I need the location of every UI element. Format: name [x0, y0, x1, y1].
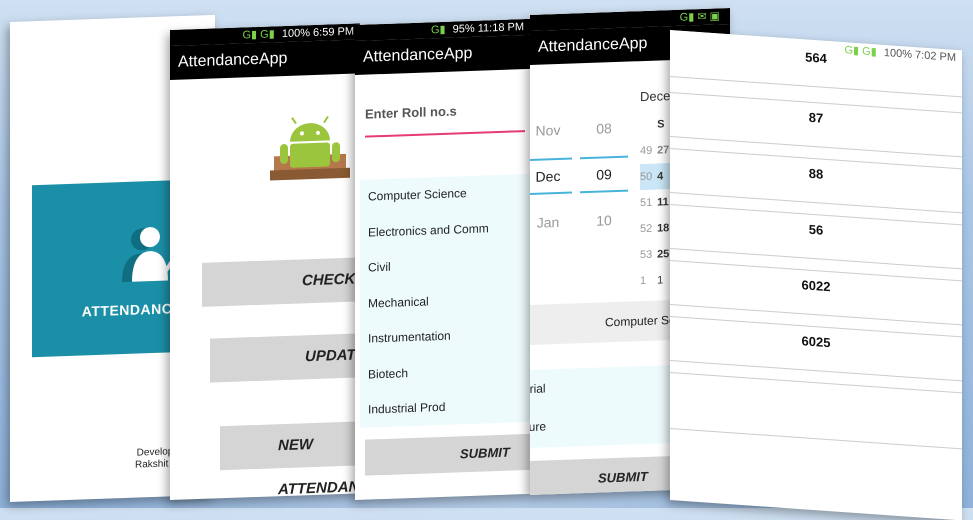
month-picker[interactable]: Nov Dec Jan — [530, 122, 572, 232]
week-number: 52 — [640, 222, 653, 236]
app-title: AttendanceApp — [170, 39, 360, 80]
status-text: 100% 6:59 PM — [281, 25, 354, 41]
calendar-day[interactable]: 1 — [657, 267, 669, 293]
day-next[interactable]: 10 — [580, 212, 628, 230]
department-item[interactable]: Computer Science — [360, 174, 530, 215]
week-number: 53 — [640, 248, 653, 262]
month-prev[interactable]: Nov — [530, 122, 572, 140]
department-item[interactable]: Instrumentation — [360, 316, 530, 357]
day-prev[interactable]: 08 — [580, 120, 628, 138]
week-number: 50 — [640, 170, 653, 184]
month-selected[interactable]: Dec — [530, 157, 572, 196]
calendar-day[interactable]: 27 — [657, 137, 669, 163]
roll-entry-screen: G▮ 95% 11:18 PM AttendanceApp Enter Roll… — [355, 18, 530, 501]
department-list: Computer Science Electronics and Comm Ci… — [360, 173, 530, 428]
signal-icon: G▮ G▮ — [242, 28, 275, 42]
department-item[interactable]: Civil — [360, 245, 530, 286]
submit-button[interactable]: SUBMIT — [365, 433, 530, 476]
department-item[interactable]: Mechanical — [360, 280, 530, 321]
week-number: 1 — [640, 274, 647, 288]
day-picker[interactable]: 08 09 10 — [580, 120, 628, 230]
roll-list-screen: G▮ G▮ 100% 7:02 PM 564 87 88 56 6022 602… — [670, 30, 962, 520]
department-item[interactable]: Biotech — [360, 351, 530, 392]
week-number: 51 — [640, 196, 653, 210]
day-selected[interactable]: 09 — [580, 155, 628, 194]
signal-icon: G▮ ✉ ▣ — [679, 10, 720, 24]
calendar-day[interactable]: 4 — [657, 163, 669, 189]
calendar-day[interactable]: 11 — [657, 189, 669, 215]
menu-screen: G▮ G▮ 100% 6:59 PM AttendanceApp CHECK U… — [170, 23, 360, 501]
department-item[interactable]: Industrial Prod — [360, 387, 530, 428]
status-text: 95% 11:18 PM — [452, 21, 524, 36]
divider — [670, 428, 962, 450]
weekday-label: S — [657, 118, 665, 131]
app-title: AttendanceApp — [355, 34, 530, 75]
week-number: 49 — [640, 144, 653, 158]
new-attendance-button[interactable]: NEW ATTENDANCE — [220, 419, 360, 498]
signal-icon: G▮ — [430, 23, 446, 37]
calendar-day[interactable]: 25 — [657, 241, 669, 267]
update-button[interactable]: UPDATE — [210, 333, 360, 383]
department-item[interactable]: Electronics and Comm — [360, 209, 530, 250]
month-next[interactable]: Jan — [530, 214, 572, 232]
android-icon — [270, 115, 350, 181]
calendar-day[interactable]: 18 — [657, 215, 669, 241]
roll-input[interactable]: Enter Roll no.s — [365, 101, 525, 138]
check-button[interactable]: CHECK — [202, 257, 360, 307]
